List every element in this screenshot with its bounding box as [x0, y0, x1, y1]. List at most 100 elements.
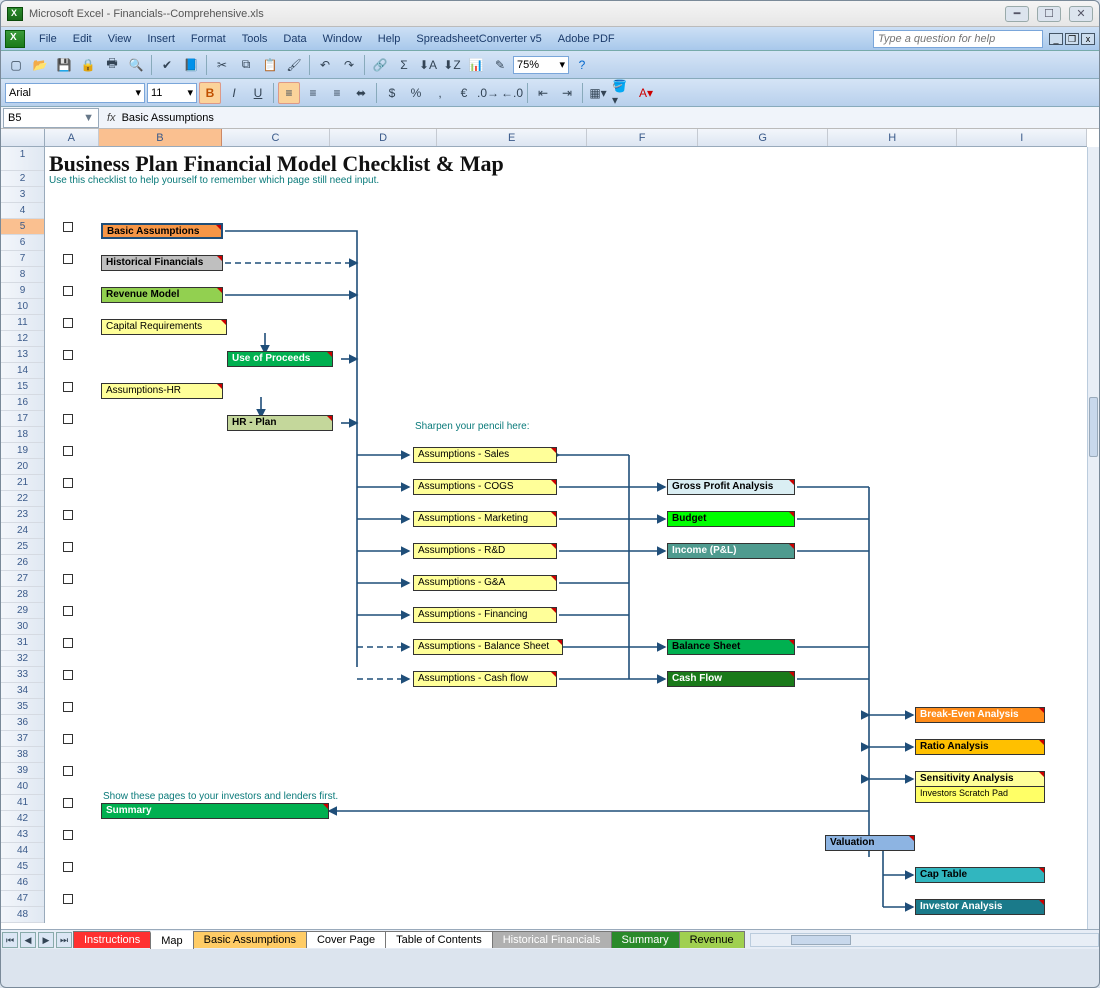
- menu-spreadsheetconverter[interactable]: SpreadsheetConverter v5: [408, 30, 549, 48]
- node-assumptions-ga[interactable]: Assumptions - G&A: [413, 575, 557, 591]
- row-header-24[interactable]: 24: [1, 523, 44, 539]
- node-capital-requirements[interactable]: Capital Requirements: [101, 319, 227, 335]
- row-header-17[interactable]: 17: [1, 411, 44, 427]
- node-cap-table[interactable]: Cap Table: [915, 867, 1045, 883]
- row-header-36[interactable]: 36: [1, 715, 44, 731]
- node-assumptions-balance-sheet[interactable]: Assumptions - Balance Sheet: [413, 639, 563, 655]
- checkbox-row-7[interactable]: [63, 254, 73, 264]
- spelling-icon[interactable]: ✔: [156, 54, 178, 76]
- align-center-button[interactable]: ≡: [302, 82, 324, 104]
- row-header-22[interactable]: 22: [1, 491, 44, 507]
- checkbox-row-37[interactable]: [63, 734, 73, 744]
- chart-wizard-icon[interactable]: 📊: [465, 54, 487, 76]
- new-icon[interactable]: ▢: [5, 54, 27, 76]
- tab-nav-last[interactable]: ⏭: [56, 932, 72, 948]
- permission-icon[interactable]: 🔒: [77, 54, 99, 76]
- sort-desc-icon[interactable]: ⬇Z: [441, 54, 463, 76]
- node-income[interactable]: Income (P&L): [667, 543, 795, 559]
- window-close-button[interactable]: ✕: [1069, 6, 1093, 22]
- help-search-input[interactable]: [873, 30, 1043, 48]
- row-header-42[interactable]: 42: [1, 811, 44, 827]
- col-header-D[interactable]: D: [330, 129, 438, 146]
- col-header-A[interactable]: A: [45, 129, 99, 146]
- drawing-icon[interactable]: ✎: [489, 54, 511, 76]
- row-headers[interactable]: 1234567891011121314151617181920212223242…: [1, 147, 45, 923]
- row-header-26[interactable]: 26: [1, 555, 44, 571]
- row-header-14[interactable]: 14: [1, 363, 44, 379]
- node-assumptions-marketing[interactable]: Assumptions - Marketing: [413, 511, 557, 527]
- row-header-41[interactable]: 41: [1, 795, 44, 811]
- checkbox-row-21[interactable]: [63, 478, 73, 488]
- row-header-30[interactable]: 30: [1, 619, 44, 635]
- checkbox-row-31[interactable]: [63, 638, 73, 648]
- node-valuation[interactable]: Valuation: [825, 835, 915, 851]
- row-header-33[interactable]: 33: [1, 667, 44, 683]
- hyperlink-icon[interactable]: 🔗: [369, 54, 391, 76]
- tab-historical-financials[interactable]: Historical Financials: [492, 931, 612, 948]
- node-investor-analysis[interactable]: Investor Analysis: [915, 899, 1045, 915]
- node-assumptions-rd[interactable]: Assumptions - R&D: [413, 543, 557, 559]
- font-name-combo[interactable]: Arial▾: [5, 83, 145, 103]
- row-header-7[interactable]: 7: [1, 251, 44, 267]
- row-header-32[interactable]: 32: [1, 651, 44, 667]
- menu-view[interactable]: View: [100, 30, 140, 48]
- row-header-38[interactable]: 38: [1, 747, 44, 763]
- col-header-C[interactable]: C: [222, 129, 330, 146]
- undo-icon[interactable]: ↶: [314, 54, 336, 76]
- row-header-31[interactable]: 31: [1, 635, 44, 651]
- research-icon[interactable]: 📘: [180, 54, 202, 76]
- italic-button[interactable]: I: [223, 82, 245, 104]
- sort-asc-icon[interactable]: ⬇A: [417, 54, 439, 76]
- mdi-close-button[interactable]: x: [1081, 33, 1095, 45]
- align-right-button[interactable]: ≡: [326, 82, 348, 104]
- row-header-20[interactable]: 20: [1, 459, 44, 475]
- align-left-button[interactable]: ≡: [278, 82, 300, 104]
- row-header-13[interactable]: 13: [1, 347, 44, 363]
- row-header-2[interactable]: 2: [1, 171, 44, 187]
- row-header-6[interactable]: 6: [1, 235, 44, 251]
- row-header-25[interactable]: 25: [1, 539, 44, 555]
- tab-nav-prev[interactable]: ◀: [20, 932, 36, 948]
- node-basic-assumptions[interactable]: Basic Assumptions: [101, 223, 223, 239]
- col-header-F[interactable]: F: [587, 129, 699, 146]
- checkbox-row-25[interactable]: [63, 542, 73, 552]
- underline-button[interactable]: U: [247, 82, 269, 104]
- menu-help[interactable]: Help: [370, 30, 409, 48]
- row-header-44[interactable]: 44: [1, 843, 44, 859]
- font-color-button[interactable]: A▾: [635, 82, 657, 104]
- percent-button[interactable]: %: [405, 82, 427, 104]
- checkbox-row-43[interactable]: [63, 830, 73, 840]
- merge-center-button[interactable]: ⬌: [350, 82, 372, 104]
- row-header-35[interactable]: 35: [1, 699, 44, 715]
- copy-icon[interactable]: ⧉: [235, 54, 257, 76]
- formula-text[interactable]: Basic Assumptions: [122, 112, 1099, 124]
- row-header-15[interactable]: 15: [1, 379, 44, 395]
- checkbox-row-41[interactable]: [63, 798, 73, 808]
- row-header-11[interactable]: 11: [1, 315, 44, 331]
- row-header-18[interactable]: 18: [1, 427, 44, 443]
- node-historical-financials[interactable]: Historical Financials: [101, 255, 223, 271]
- row-header-19[interactable]: 19: [1, 443, 44, 459]
- bold-button[interactable]: B: [199, 82, 221, 104]
- tab-nav-first[interactable]: ⏮: [2, 932, 18, 948]
- tab-summary[interactable]: Summary: [611, 931, 680, 948]
- checkbox-row-19[interactable]: [63, 446, 73, 456]
- zoom-combo[interactable]: 75%▾: [513, 56, 569, 74]
- node-cash-flow[interactable]: Cash Flow: [667, 671, 795, 687]
- checkbox-row-27[interactable]: [63, 574, 73, 584]
- mdi-minimize-button[interactable]: _: [1049, 33, 1063, 45]
- checkbox-row-39[interactable]: [63, 766, 73, 776]
- euro-button[interactable]: €: [453, 82, 475, 104]
- vertical-scrollbar[interactable]: [1087, 147, 1099, 929]
- checkbox-row-47[interactable]: [63, 894, 73, 904]
- checkbox-row-23[interactable]: [63, 510, 73, 520]
- node-scratch-pad[interactable]: Investors Scratch Pad: [915, 787, 1045, 803]
- decrease-decimal-button[interactable]: ←.0: [501, 82, 523, 104]
- row-header-39[interactable]: 39: [1, 763, 44, 779]
- row-header-10[interactable]: 10: [1, 299, 44, 315]
- open-icon[interactable]: 📂: [29, 54, 51, 76]
- node-assumptions-cash-flow[interactable]: Assumptions - Cash flow: [413, 671, 557, 687]
- checkbox-row-13[interactable]: [63, 350, 73, 360]
- node-break-even[interactable]: Break-Even Analysis: [915, 707, 1045, 723]
- row-header-5[interactable]: 5: [1, 219, 44, 235]
